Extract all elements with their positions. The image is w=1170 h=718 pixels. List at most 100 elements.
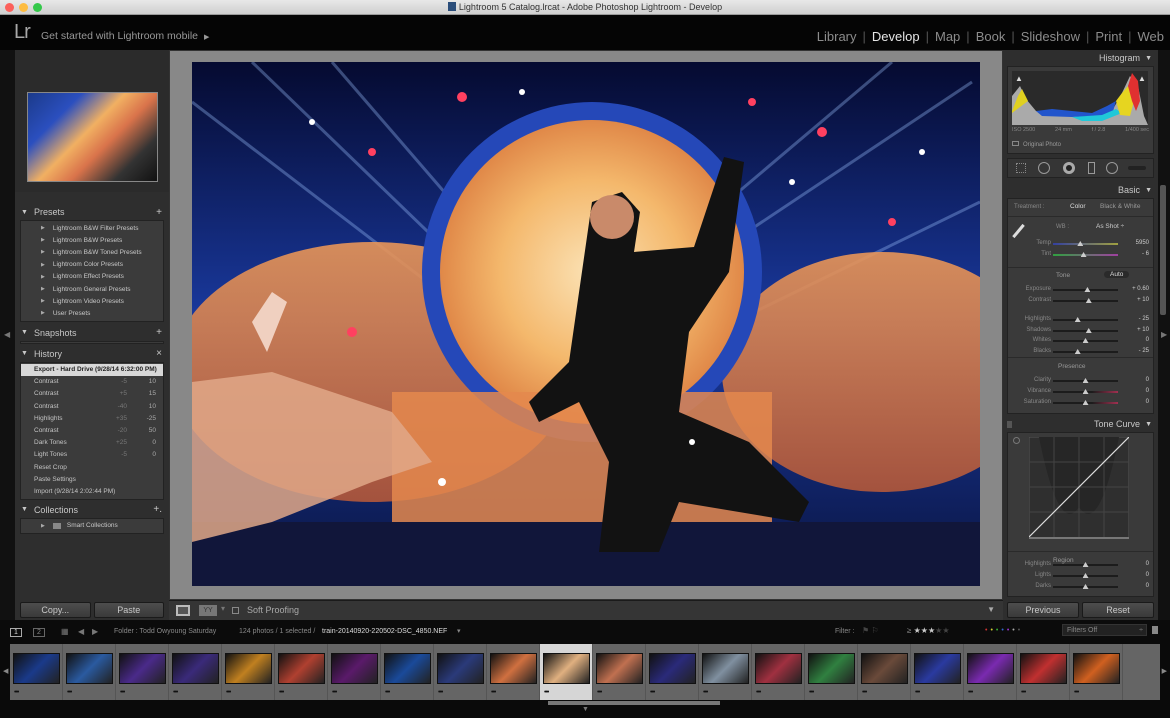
filter-lock-icon[interactable]	[1152, 626, 1158, 634]
slider-vibrance[interactable]: Vibrance 0	[1008, 387, 1163, 397]
slider-shadows[interactable]: Shadows + 10	[1008, 326, 1163, 336]
history-step[interactable]: Dark Tones +25 0	[21, 437, 163, 449]
filmstrip-thumbnail[interactable]: •••	[169, 644, 222, 700]
main-photo[interactable]	[192, 62, 980, 586]
slider-clarity[interactable]: Clarity 0	[1008, 376, 1163, 386]
wb-select[interactable]: As Shot ÷	[1096, 223, 1124, 230]
filmstrip-left-arrow[interactable]: ◀	[3, 667, 8, 675]
back-arrow-icon[interactable]: ◀	[78, 627, 84, 636]
color-label-filter[interactable]: •••••••	[985, 627, 1023, 634]
selected-filename[interactable]: train-20140920-220502-DSC_4850.NEF	[322, 628, 447, 635]
filmstrip-thumbnail[interactable]: •••	[964, 644, 1017, 700]
graduated-filter-icon[interactable]	[1088, 162, 1095, 174]
filmstrip-thumbnail[interactable]: •••	[10, 644, 63, 700]
history-step[interactable]: Contrast +5 15	[21, 388, 163, 400]
filmstrip-right-arrow[interactable]: ▶	[1162, 667, 1167, 675]
soft-proofing-checkbox[interactable]	[232, 607, 239, 614]
loupe-view-icon[interactable]	[176, 605, 190, 616]
filmstrip-thumbnail[interactable]: •••	[1070, 644, 1123, 700]
collections-header[interactable]: ▼ Collections +.	[15, 502, 169, 518]
preset-folder[interactable]: ▶ Lightroom B&W Toned Presets	[21, 246, 163, 258]
history-step[interactable]: Import (9/28/14 2:02:44 PM)	[21, 485, 163, 497]
shadow-clipping-icon[interactable]: ▲	[1015, 74, 1023, 83]
spot-removal-icon[interactable]	[1038, 162, 1050, 174]
module-map[interactable]: Map	[935, 29, 960, 44]
slider-track[interactable]	[1053, 300, 1118, 302]
filter-preset-select[interactable]: Filters Off ÷	[1062, 624, 1147, 636]
add-snapshot-icon[interactable]: +	[156, 327, 162, 338]
filmstrip-thumbnail[interactable]: •••	[1017, 644, 1070, 700]
white-balance-selector-icon[interactable]	[1012, 223, 1025, 239]
tone-curve-header[interactable]: Tone Curve ▼	[1003, 416, 1158, 432]
highlight-clipping-icon[interactable]: ▲	[1138, 74, 1146, 83]
histogram-graph[interactable]: ▲ ▲	[1012, 71, 1148, 125]
module-web[interactable]: Web	[1138, 29, 1165, 44]
add-collection-icon[interactable]: +.	[153, 504, 162, 515]
filename-dropdown-icon[interactable]: ▾	[457, 627, 461, 635]
history-step[interactable]: Contrast -5 10	[21, 376, 163, 388]
basic-header[interactable]: Basic ▼	[1003, 182, 1158, 198]
slider-track[interactable]	[1053, 330, 1118, 332]
slider-track[interactable]	[1053, 243, 1118, 245]
history-step[interactable]: Export - Hard Drive (9/28/14 6:32:00 PM)	[21, 363, 163, 376]
original-photo-label[interactable]: Original Photo	[1012, 141, 1061, 148]
history-step[interactable]: Highlights +35 -25	[21, 412, 163, 424]
filmstrip-thumbnail[interactable]: •••	[805, 644, 858, 700]
module-develop[interactable]: Develop	[872, 29, 920, 44]
preset-folder[interactable]: ▶ Lightroom B&W Filter Presets	[21, 222, 163, 234]
reset-button[interactable]: Reset	[1082, 602, 1154, 618]
slider-whites[interactable]: Whites 0	[1008, 336, 1163, 346]
module-print[interactable]: Print	[1095, 29, 1122, 44]
rating-star[interactable]: ★	[921, 626, 928, 635]
preset-folder[interactable]: ▶ Lightroom Color Presets	[21, 259, 163, 271]
module-book[interactable]: Book	[976, 29, 1006, 44]
filmstrip-thumbnail[interactable]: •••	[328, 644, 381, 700]
slider-track[interactable]	[1053, 319, 1118, 321]
slider-blacks[interactable]: Blacks - 25	[1008, 347, 1163, 357]
filmstrip-thumbnail[interactable]: •••	[116, 644, 169, 700]
panel-switch-icon[interactable]	[1007, 420, 1012, 428]
dropdown-icon[interactable]: ▾	[221, 604, 225, 613]
filmstrip-thumbnail[interactable]: •••	[222, 644, 275, 700]
snapshots-header[interactable]: ▼ Snapshots +	[15, 325, 169, 341]
radial-filter-icon[interactable]	[1106, 162, 1118, 174]
tone-curve-graph[interactable]	[1029, 437, 1129, 539]
filmstrip-thumbnail[interactable]: •••	[275, 644, 328, 700]
red-eye-icon[interactable]	[1063, 162, 1075, 174]
crop-tool-icon[interactable]	[1016, 163, 1026, 173]
folder-source[interactable]: Folder : Todd Owyoung Saturday	[114, 628, 216, 635]
module-library[interactable]: Library	[817, 29, 857, 44]
paste-button[interactable]: Paste	[93, 602, 164, 618]
slider-temp[interactable]: Temp 5950	[1008, 239, 1163, 249]
toolbar-menu-icon[interactable]: ▼	[987, 605, 995, 614]
region-slider-lights[interactable]: Lights 0	[1008, 571, 1163, 581]
filmstrip-scrollbar[interactable]	[548, 701, 720, 705]
filmstrip-thumbnail[interactable]: •••	[911, 644, 964, 700]
preset-folder[interactable]: ▶ Lightroom B&W Presets	[21, 234, 163, 246]
add-preset-icon[interactable]: +	[156, 207, 162, 218]
filmstrip-thumbnail[interactable]: •••	[593, 644, 646, 700]
histogram-header[interactable]: Histogram ▼	[1003, 50, 1158, 66]
history-header[interactable]: ▼ History ×	[15, 346, 169, 362]
main-window-button[interactable]: 1	[10, 628, 22, 637]
filmstrip-thumbnail[interactable]: •••	[858, 644, 911, 700]
filmstrip-thumbnail[interactable]: •••	[487, 644, 540, 700]
slider-tint[interactable]: Tint - 6	[1008, 250, 1163, 260]
history-step[interactable]: Reset Crop	[21, 461, 163, 473]
rating-star[interactable]: ★	[914, 626, 921, 635]
auto-tone-button[interactable]: Auto	[1104, 271, 1130, 278]
slider-exposure[interactable]: Exposure + 0.60	[1008, 285, 1163, 295]
slider-contrast[interactable]: Contrast + 10	[1008, 296, 1163, 306]
left-panel-toggle[interactable]: ◀	[0, 50, 15, 620]
preset-folder[interactable]: ▶ Lightroom General Presets	[21, 283, 163, 295]
before-after-icon[interactable]: YY	[199, 605, 217, 616]
region-slider-darks[interactable]: Darks 0	[1008, 582, 1163, 592]
preset-folder[interactable]: ▶ Lightroom Effect Presets	[21, 271, 163, 283]
mobile-prompt[interactable]: Get started with Lightroom mobile ▶	[41, 30, 209, 42]
grid-view-icon[interactable]: ▦	[61, 627, 69, 636]
rating-filter[interactable]: ≥ ★★★★★	[907, 626, 949, 635]
preset-folder[interactable]: ▶ User Presets	[21, 307, 163, 319]
navigator-thumbnail[interactable]	[27, 92, 158, 182]
treatment-black-white[interactable]: Black & White	[1100, 203, 1140, 210]
history-step[interactable]: Contrast -40 10	[21, 400, 163, 412]
